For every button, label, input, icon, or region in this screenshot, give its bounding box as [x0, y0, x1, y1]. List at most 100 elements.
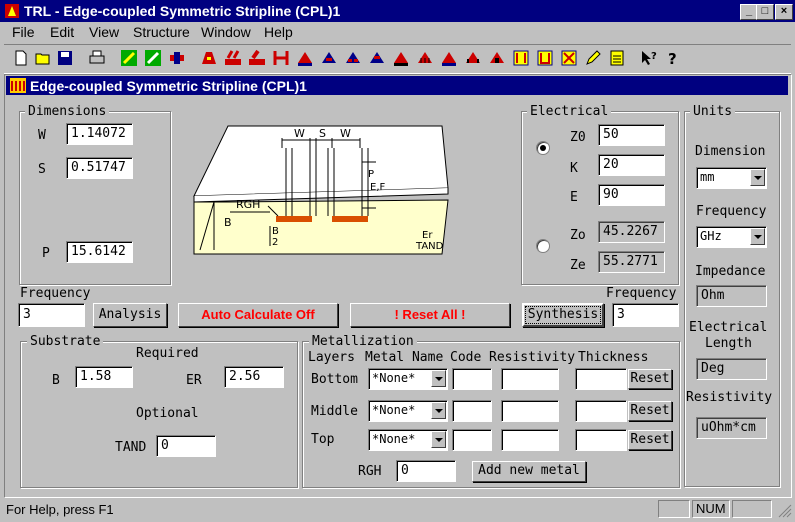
svg-text:?: ?	[668, 50, 677, 67]
diagram-label-tand: TAND	[415, 241, 444, 252]
menu-window[interactable]: Window	[201, 24, 251, 40]
pencil-icon[interactable]	[582, 47, 604, 69]
line-k-icon[interactable]	[438, 47, 460, 69]
chevron-down-icon[interactable]	[431, 402, 446, 419]
menu-structure[interactable]: Structure	[133, 24, 190, 40]
save-icon[interactable]	[54, 47, 76, 69]
new-icon[interactable]	[10, 47, 32, 69]
bottom-metal-select[interactable]: *None*	[368, 368, 448, 390]
line-h-icon[interactable]	[366, 47, 388, 69]
middle-resistivity-field[interactable]	[501, 400, 559, 422]
k-field[interactable]: 20	[598, 154, 665, 176]
s-field[interactable]: 0.51747	[66, 157, 133, 179]
analysis-button[interactable]: Analysis	[93, 303, 167, 327]
rgh-field[interactable]: 0	[396, 460, 456, 482]
bottom-code-field[interactable]	[452, 368, 492, 390]
line-f-icon[interactable]	[318, 47, 340, 69]
middle-metal-select[interactable]: *None*	[368, 400, 448, 422]
top-reset-button[interactable]: Reset	[628, 430, 672, 450]
top-thickness-field[interactable]	[575, 429, 627, 451]
er-field[interactable]: 2.56	[224, 366, 284, 388]
middle-reset-button[interactable]: Reset	[628, 401, 672, 421]
menu-bar: File Edit View Structure Window Help	[0, 22, 795, 42]
calculator-icon[interactable]	[606, 47, 628, 69]
bottom-thickness-field[interactable]	[575, 368, 627, 390]
rgh-label: RGH	[358, 464, 382, 479]
middle-metal-value: *None*	[372, 403, 416, 417]
open-icon[interactable]	[32, 47, 54, 69]
line-m-icon[interactable]	[486, 47, 508, 69]
line-p-icon[interactable]	[558, 47, 580, 69]
structure-icon	[10, 78, 26, 93]
line-e-icon[interactable]	[294, 47, 316, 69]
chevron-down-icon[interactable]	[431, 370, 446, 387]
title-bar[interactable]: TRL - Edge-coupled Symmetric Stripline (…	[0, 0, 795, 22]
w-field[interactable]: 1.14072	[66, 123, 133, 145]
z0-label: Z0	[570, 130, 586, 145]
top-code-field[interactable]	[452, 429, 492, 451]
line-j-icon[interactable]	[414, 47, 436, 69]
top-metal-select[interactable]: *None*	[368, 429, 448, 451]
chevron-down-icon[interactable]	[431, 431, 446, 448]
middle-code-field[interactable]	[452, 400, 492, 422]
status-bar: For Help, press F1 NUM	[0, 498, 795, 522]
tand-field[interactable]: 0	[156, 435, 216, 457]
reset-all-button[interactable]: ! Reset All !	[350, 303, 510, 327]
middle-thickness-field[interactable]	[575, 400, 627, 422]
context-help-icon[interactable]: ?	[638, 47, 660, 69]
print-icon[interactable]	[86, 47, 108, 69]
b-field[interactable]: 1.58	[75, 366, 133, 388]
er-label: ER	[186, 373, 202, 388]
menu-view[interactable]: View	[89, 24, 119, 40]
synthesis-mode-radio[interactable]	[536, 141, 550, 155]
line-b-icon[interactable]	[222, 47, 244, 69]
menu-edit[interactable]: Edit	[50, 24, 74, 40]
line-d-icon[interactable]	[270, 47, 292, 69]
line-l-icon[interactable]	[462, 47, 484, 69]
line-i-icon[interactable]	[390, 47, 412, 69]
layer-middle-label: Middle	[311, 404, 358, 419]
tool-c-icon[interactable]	[166, 47, 188, 69]
synthesis-button[interactable]: Synthesis	[522, 303, 604, 327]
status-pane-caps	[658, 500, 690, 518]
diagram-label-s: S	[319, 127, 326, 140]
child-title-bar[interactable]: Edge-coupled Symmetric Stripline (CPL)1	[6, 76, 788, 95]
frequency-left-field[interactable]: 3	[18, 303, 85, 327]
line-o-icon[interactable]	[534, 47, 556, 69]
z0-field[interactable]: 50	[598, 124, 665, 146]
frequency-unit-value: GHz	[700, 229, 722, 243]
dimension-unit-select[interactable]: mm	[696, 167, 767, 189]
help-icon[interactable]: ?	[662, 47, 684, 69]
frequency-right-field[interactable]: 3	[612, 303, 679, 327]
frequency-left-label: Frequency	[20, 286, 91, 301]
line-n-icon[interactable]	[510, 47, 532, 69]
line-c-icon[interactable]	[246, 47, 268, 69]
p-field[interactable]: 15.6142	[66, 241, 133, 263]
dimensions-legend: Dimensions	[25, 104, 110, 119]
diagram-label-er: Er	[422, 230, 433, 241]
menu-help[interactable]: Help	[264, 24, 293, 40]
bottom-reset-button[interactable]: Reset	[628, 369, 672, 389]
frequency-unit-select[interactable]: GHz	[696, 226, 767, 248]
e-field[interactable]: 90	[598, 184, 665, 206]
svg-text:?: ?	[651, 51, 657, 62]
layer-bottom-label: Bottom	[311, 372, 358, 387]
close-button[interactable]: ×	[775, 4, 793, 20]
toolbar: ? ?	[4, 44, 791, 74]
tool-a-icon[interactable]	[118, 47, 140, 69]
status-help-text: For Help, press F1	[6, 502, 114, 517]
bottom-resistivity-field[interactable]	[501, 368, 559, 390]
chevron-down-icon[interactable]	[750, 228, 765, 245]
resize-grip-icon[interactable]	[778, 504, 792, 518]
menu-file[interactable]: File	[12, 24, 35, 40]
auto-calculate-button[interactable]: Auto Calculate Off	[178, 303, 338, 327]
line-a-icon[interactable]	[198, 47, 220, 69]
add-new-metal-button[interactable]: Add new metal	[472, 461, 586, 482]
tool-b-icon[interactable]	[142, 47, 164, 69]
line-g-icon[interactable]	[342, 47, 364, 69]
top-resistivity-field[interactable]	[501, 429, 559, 451]
chevron-down-icon[interactable]	[750, 169, 765, 186]
diagram-label-p: P	[368, 169, 374, 180]
analysis-mode-radio[interactable]	[536, 239, 550, 253]
maximize-button[interactable]: □	[756, 4, 774, 20]
